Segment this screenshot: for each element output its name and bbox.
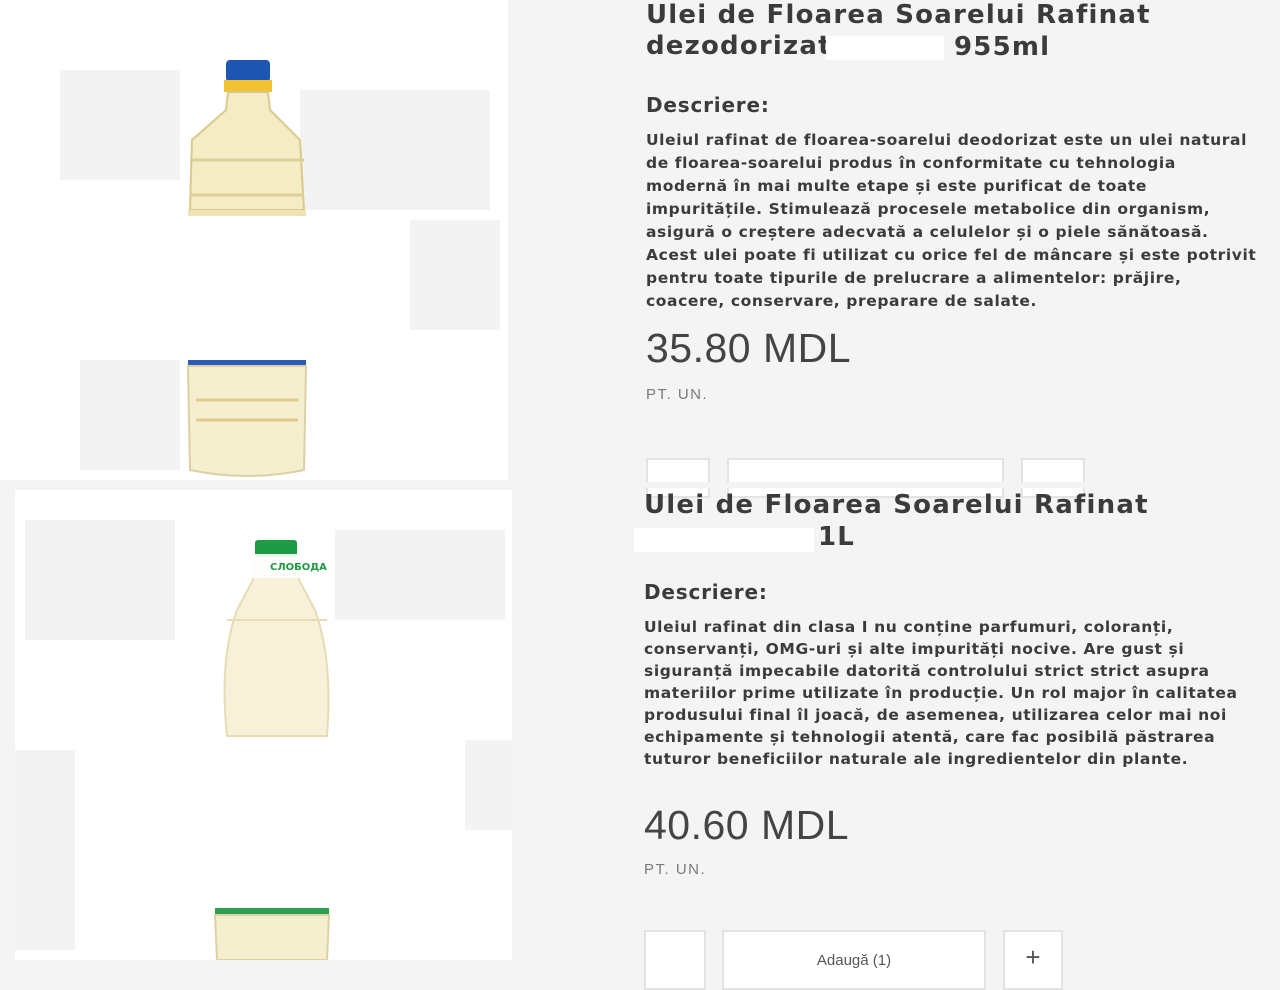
product-image-panel: [0, 0, 508, 480]
product-description: Uleiul rafinat de floarea-soarelui deodo…: [646, 131, 1257, 310]
product-title-line1: Ulei de Floarea Soarelui Rafinat: [644, 490, 1149, 520]
price-unit: PT. UN.: [646, 386, 709, 403]
description-label: Descriere:: [644, 580, 768, 604]
product-title-line1: Ulei de Floarea Soarelui Rafinat: [646, 0, 1151, 30]
product-image-panel: СЛОБОДА: [15, 490, 512, 960]
product-bottle-image: СЛОБОДА: [213, 540, 331, 960]
redacted-text: [826, 36, 944, 60]
product-bottle-image: [186, 60, 308, 477]
product-volume: 1L: [818, 522, 856, 552]
product-price: 40.60 MDL: [644, 802, 850, 848]
product-title: Ulei de Floarea Soarelui Rafinat: [644, 490, 1204, 521]
description-label: Descriere:: [646, 93, 770, 117]
bottle-cap: [226, 60, 270, 82]
product-title-line2: dezodorizat: [646, 31, 832, 61]
price-unit: PT. UN.: [644, 861, 707, 878]
bottle-label-text: СЛОБОДА: [270, 562, 327, 573]
section-divider: [512, 482, 1280, 488]
product-volume: 955ml: [954, 32, 1051, 62]
product-description: Uleiul rafinat din clasa I nu conține pa…: [644, 618, 1238, 768]
add-to-cart-button[interactable]: Adaugă (1): [722, 930, 986, 990]
quantity-minus-button[interactable]: [644, 930, 706, 990]
redacted-text: [634, 528, 814, 552]
quantity-plus-button[interactable]: +: [1003, 930, 1063, 990]
product-price: 35.80 MDL: [646, 325, 852, 371]
